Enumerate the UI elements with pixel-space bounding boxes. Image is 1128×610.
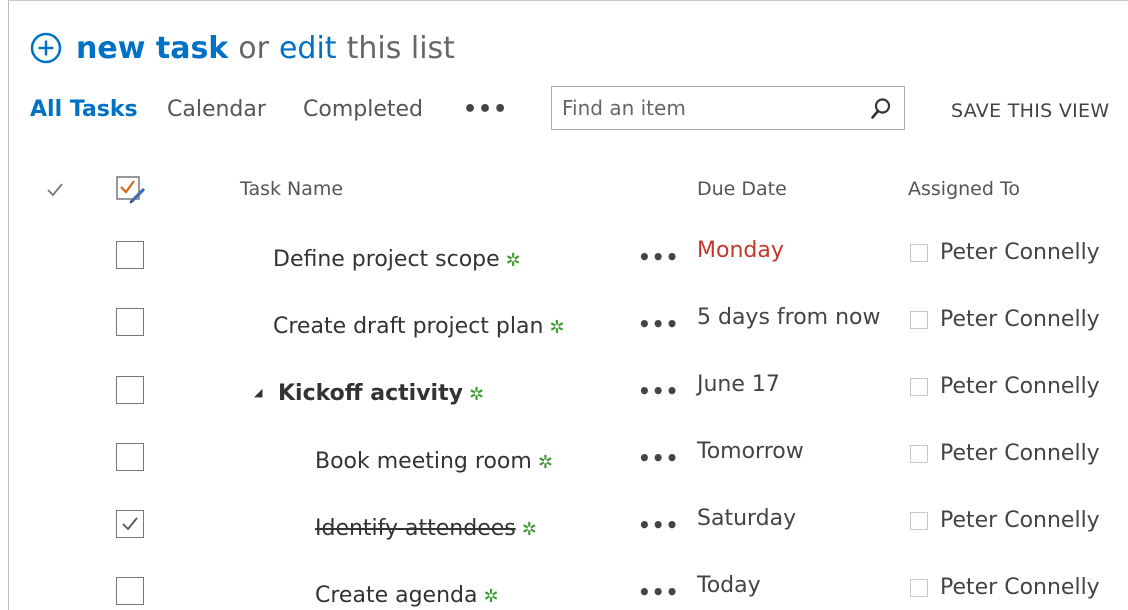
row-menu-button[interactable]: •••	[638, 379, 679, 403]
new-item-icon: ✲	[521, 519, 537, 540]
assigned-to: Peter Connelly	[910, 575, 1100, 600]
assignee-link[interactable]: Peter Connelly	[940, 441, 1100, 466]
due-date: Tomorrow	[697, 439, 804, 464]
presence-icon	[910, 243, 928, 262]
assignee-link[interactable]: Peter Connelly	[940, 575, 1100, 600]
row-checkbox[interactable]	[116, 376, 144, 404]
new-item-icon: ✲	[468, 384, 485, 405]
assigned-to: Peter Connelly	[910, 307, 1100, 332]
row-checkbox[interactable]	[116, 577, 144, 605]
checkmark-icon	[122, 517, 138, 531]
search-icon[interactable]	[870, 97, 892, 121]
row-menu-button[interactable]: •••	[638, 580, 679, 604]
table-row-task[interactable]: Create draft project plan ✲	[273, 314, 565, 339]
task-name-link[interactable]: Create agenda	[315, 583, 477, 608]
presence-icon	[910, 310, 928, 329]
presence-icon	[910, 377, 928, 396]
row-checkbox[interactable]	[116, 241, 144, 269]
presence-icon	[910, 578, 928, 597]
assigned-to: Peter Connelly	[910, 508, 1100, 533]
search-box	[551, 86, 905, 130]
assigned-to: Peter Connelly	[910, 240, 1100, 265]
presence-icon	[910, 511, 928, 530]
row-menu-button[interactable]: •••	[638, 312, 679, 336]
table-row-task[interactable]: Create agenda ✲	[315, 583, 499, 608]
column-header-assigned-to[interactable]: Assigned To	[908, 178, 1020, 200]
due-date: Today	[697, 573, 761, 598]
edit-list-link[interactable]: edit	[279, 31, 337, 66]
assignee-link[interactable]: Peter Connelly	[940, 374, 1100, 399]
new-item-icon: ✲	[483, 586, 499, 607]
row-checkbox[interactable]	[116, 443, 144, 471]
new-item-icon: ✲	[537, 452, 553, 473]
task-name-link[interactable]: Create draft project plan	[273, 314, 543, 339]
or-text: or	[238, 30, 269, 66]
new-item-icon: ✲	[549, 317, 565, 338]
due-date: Saturday	[697, 506, 797, 531]
task-name-link[interactable]: Identify attendees	[315, 516, 516, 541]
due-date: Monday	[697, 238, 784, 263]
add-circle-icon[interactable]	[30, 32, 62, 64]
row-checkbox-checked[interactable]	[116, 510, 144, 538]
assignee-link[interactable]: Peter Connelly	[940, 307, 1100, 332]
assigned-to: Peter Connelly	[910, 374, 1100, 399]
column-header-task-name[interactable]: Task Name	[240, 178, 343, 200]
presence-icon	[910, 444, 928, 463]
checkmark-column-icon	[47, 183, 63, 197]
column-header-due-date[interactable]: Due Date	[697, 178, 787, 200]
task-name-link[interactable]: Book meeting room	[315, 449, 532, 474]
table-row-task[interactable]: Identify attendees ✲	[315, 516, 537, 541]
new-task-link[interactable]: new task	[76, 31, 228, 66]
select-all-checkbox-icon[interactable]	[114, 174, 148, 206]
task-name-link[interactable]: Kickoff activity	[278, 381, 463, 406]
new-item-icon: ✲	[505, 250, 521, 271]
view-calendar[interactable]: Calendar	[167, 96, 266, 124]
due-date: 5 days from now	[697, 305, 881, 330]
this-list-text: this list	[346, 30, 455, 66]
row-checkbox[interactable]	[116, 308, 144, 336]
row-menu-button[interactable]: •••	[638, 513, 679, 537]
view-all-tasks[interactable]: All Tasks	[30, 96, 138, 124]
view-completed[interactable]: Completed	[303, 96, 423, 124]
assigned-to: Peter Connelly	[910, 441, 1100, 466]
assignee-link[interactable]: Peter Connelly	[940, 240, 1100, 265]
search-input[interactable]	[562, 94, 852, 122]
new-task-bar: new task or edit this list	[30, 28, 455, 68]
table-row-task[interactable]: Kickoff activity ✲	[278, 381, 484, 406]
save-view-button[interactable]: SAVE THIS VIEW	[951, 100, 1109, 122]
assignee-link[interactable]: Peter Connelly	[940, 508, 1100, 533]
task-name-link[interactable]: Define project scope	[273, 247, 500, 272]
row-menu-button[interactable]: •••	[638, 245, 679, 269]
table-row-task[interactable]: Define project scope ✲	[273, 247, 521, 272]
more-views-button[interactable]: •••	[463, 96, 508, 124]
collapse-icon[interactable]: ◢	[254, 386, 262, 399]
table-row-task[interactable]: Book meeting room ✲	[315, 449, 553, 474]
due-date: June 17	[697, 372, 780, 397]
row-menu-button[interactable]: •••	[638, 446, 679, 470]
